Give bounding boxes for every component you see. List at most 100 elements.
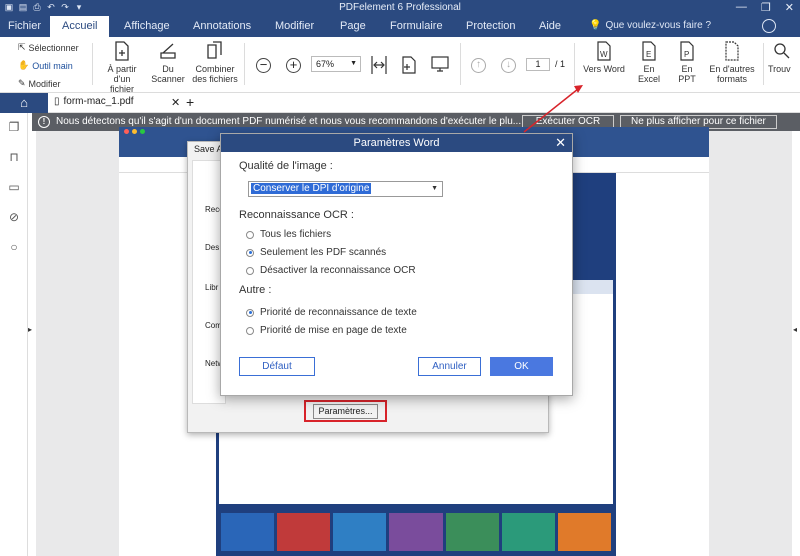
to-word-button[interactable]: W Vers Word [580, 41, 628, 74]
zoom-out-icon[interactable]: − [256, 58, 271, 73]
search-placeholder: Que voulez-vous faire ? [605, 20, 712, 31]
combine-button[interactable]: Combiner des fichiers [192, 41, 238, 84]
next-page-icon[interactable]: ↓ [501, 58, 516, 73]
close-tab-icon[interactable]: ✕ [171, 96, 180, 109]
attachment-icon[interactable]: ⊘ [7, 210, 21, 224]
search-box[interactable]: 💡 Que voulez-vous faire ? [585, 20, 750, 34]
select-label: Sélectionner [28, 42, 79, 53]
combine-line1: Combiner [195, 64, 235, 74]
add-tab-icon[interactable]: + [186, 94, 194, 110]
zoom-in-icon[interactable]: + [286, 58, 301, 73]
word-settings-dialog: Paramètres Word ✕ Qualité de l'image : C… [220, 133, 573, 396]
edit-label: Modifier [28, 78, 61, 89]
document-tab-label: form-mac_1.pdf [63, 96, 134, 107]
svg-text:E: E [646, 50, 651, 59]
menu-aide[interactable]: Aide [539, 16, 561, 37]
radio-selected-icon [246, 248, 254, 257]
default-button[interactable]: Défaut [239, 357, 315, 376]
to-word-label: Vers Word [583, 64, 625, 74]
fit-width-icon[interactable] [370, 54, 388, 76]
parameters-button[interactable]: Paramètres... [313, 404, 378, 419]
other-formats-button[interactable]: En d'autres formats [707, 41, 757, 84]
close-icon[interactable]: ✕ [785, 1, 794, 14]
other-option-layout-label: Priorité de mise en page de texte [260, 325, 407, 336]
chevron-down-icon: ▼ [431, 185, 438, 192]
new-file-icon [115, 41, 129, 61]
sidebar-libraries[interactable]: Libr [205, 283, 218, 292]
to-ppt-button[interactable]: P En PPT [672, 41, 702, 84]
menu-fichier[interactable]: Fichier [8, 16, 41, 37]
zoom-value: 67% [316, 59, 335, 69]
separator [763, 43, 764, 85]
ocr-option-disable-label: Désactiver la reconnaissance OCR [260, 265, 416, 276]
scanner-button[interactable]: Du Scanner [150, 41, 186, 84]
radio-icon [246, 326, 254, 335]
thumbnails-icon[interactable]: ❐ [7, 120, 21, 134]
radio-selected-icon [246, 308, 254, 317]
other-label: Autre : [239, 284, 272, 296]
ocr-option-all-label: Tous les fichiers [260, 229, 332, 240]
expand-sidebar-icon[interactable]: ▸ [28, 325, 32, 334]
excel-doc-icon: E [642, 41, 656, 61]
home-icon: ⌂ [20, 95, 28, 110]
tab-bar: ⌂ ▯ form-mac_1.pdf ✕ + [0, 93, 800, 113]
maximize-icon[interactable]: ❐ [761, 1, 771, 14]
home-tab[interactable]: ⌂ [0, 93, 48, 113]
ocr-option-all[interactable]: Tous les fichiers [246, 229, 331, 240]
sidebar-desktop[interactable]: Des [205, 243, 219, 252]
word-doc-icon: W [597, 41, 611, 61]
page-number-input[interactable]: 1 [526, 58, 550, 71]
other-option-text-label: Priorité de reconnaissance de texte [260, 307, 417, 318]
comment-icon[interactable]: ▭ [7, 180, 21, 194]
page-total: / 1 [555, 59, 566, 69]
edit-tool[interactable]: ✎ Modifier [18, 78, 61, 89]
menu-page[interactable]: Page [340, 16, 366, 37]
to-excel-button[interactable]: E En Excel [632, 41, 666, 84]
menu-formulaire[interactable]: Formulaire [390, 16, 443, 37]
document-tab[interactable]: ▯ form-mac_1.pdf [54, 96, 134, 107]
menu-annotations[interactable]: Annotations [193, 16, 251, 37]
ppt-doc-icon: P [680, 41, 694, 61]
search-icon[interactable]: ○ [7, 240, 21, 254]
hand-tool[interactable]: ✋ Outil main [18, 60, 73, 71]
ocr-option-scanned[interactable]: Seulement les PDF scannés [246, 247, 386, 258]
prev-page-icon[interactable]: ↑ [471, 58, 486, 73]
separator [574, 43, 575, 85]
svg-text:W: W [600, 50, 608, 59]
cursor-icon: ⇱ [18, 42, 26, 52]
menu-accueil[interactable]: Accueil [50, 16, 110, 37]
zoom-select[interactable]: 67% ▼ [311, 56, 361, 72]
ocr-option-disable[interactable]: Désactiver la reconnaissance OCR [246, 265, 416, 276]
separator [460, 43, 461, 85]
title-bar: ▣ ▤ ⎙ ↶ ↷ ▾ PDFelement 6 Professional — … [0, 0, 800, 16]
to-ppt-label: En PPT [678, 64, 696, 84]
fullscreen-icon[interactable] [430, 54, 450, 74]
dialog-close-icon[interactable]: ✕ [555, 134, 566, 152]
chevron-down-icon: ▼ [350, 60, 357, 67]
menu-affichage[interactable]: Affichage [124, 16, 170, 37]
scanner-line2: Scanner [151, 74, 185, 84]
expand-right-panel-icon[interactable]: ◂ [793, 325, 797, 334]
info-icon: ! [38, 116, 50, 128]
from-file-button[interactable]: À partir d'un fichier [102, 41, 142, 94]
other-line1: En d'autres [709, 64, 755, 74]
ok-button[interactable]: OK [490, 357, 553, 376]
cancel-button[interactable]: Annuler [418, 357, 481, 376]
image-quality-value: Conserver le DPI d'origine [251, 183, 372, 194]
menu-modifier[interactable]: Modifier [275, 16, 314, 37]
radio-icon [246, 230, 254, 239]
other-doc-icon [725, 41, 739, 61]
separator [92, 43, 93, 85]
select-tool[interactable]: ⇱ Sélectionner [18, 42, 79, 53]
app-title: PDFelement 6 Professional [339, 2, 461, 13]
menu-protection[interactable]: Protection [466, 16, 516, 37]
find-button[interactable]: Trouv [768, 41, 800, 74]
other-option-layout[interactable]: Priorité de mise en page de texte [246, 325, 407, 336]
minimize-icon[interactable]: — [736, 1, 747, 14]
user-icon[interactable] [762, 19, 776, 33]
fit-page-icon[interactable] [400, 54, 418, 76]
image-quality-select[interactable]: Conserver le DPI d'origine ▼ [248, 181, 443, 197]
other-option-text[interactable]: Priorité de reconnaissance de texte [246, 307, 417, 318]
bookmark-icon[interactable]: ⊓ [7, 150, 21, 164]
from-file-line2: d'un fichier [109, 74, 134, 94]
